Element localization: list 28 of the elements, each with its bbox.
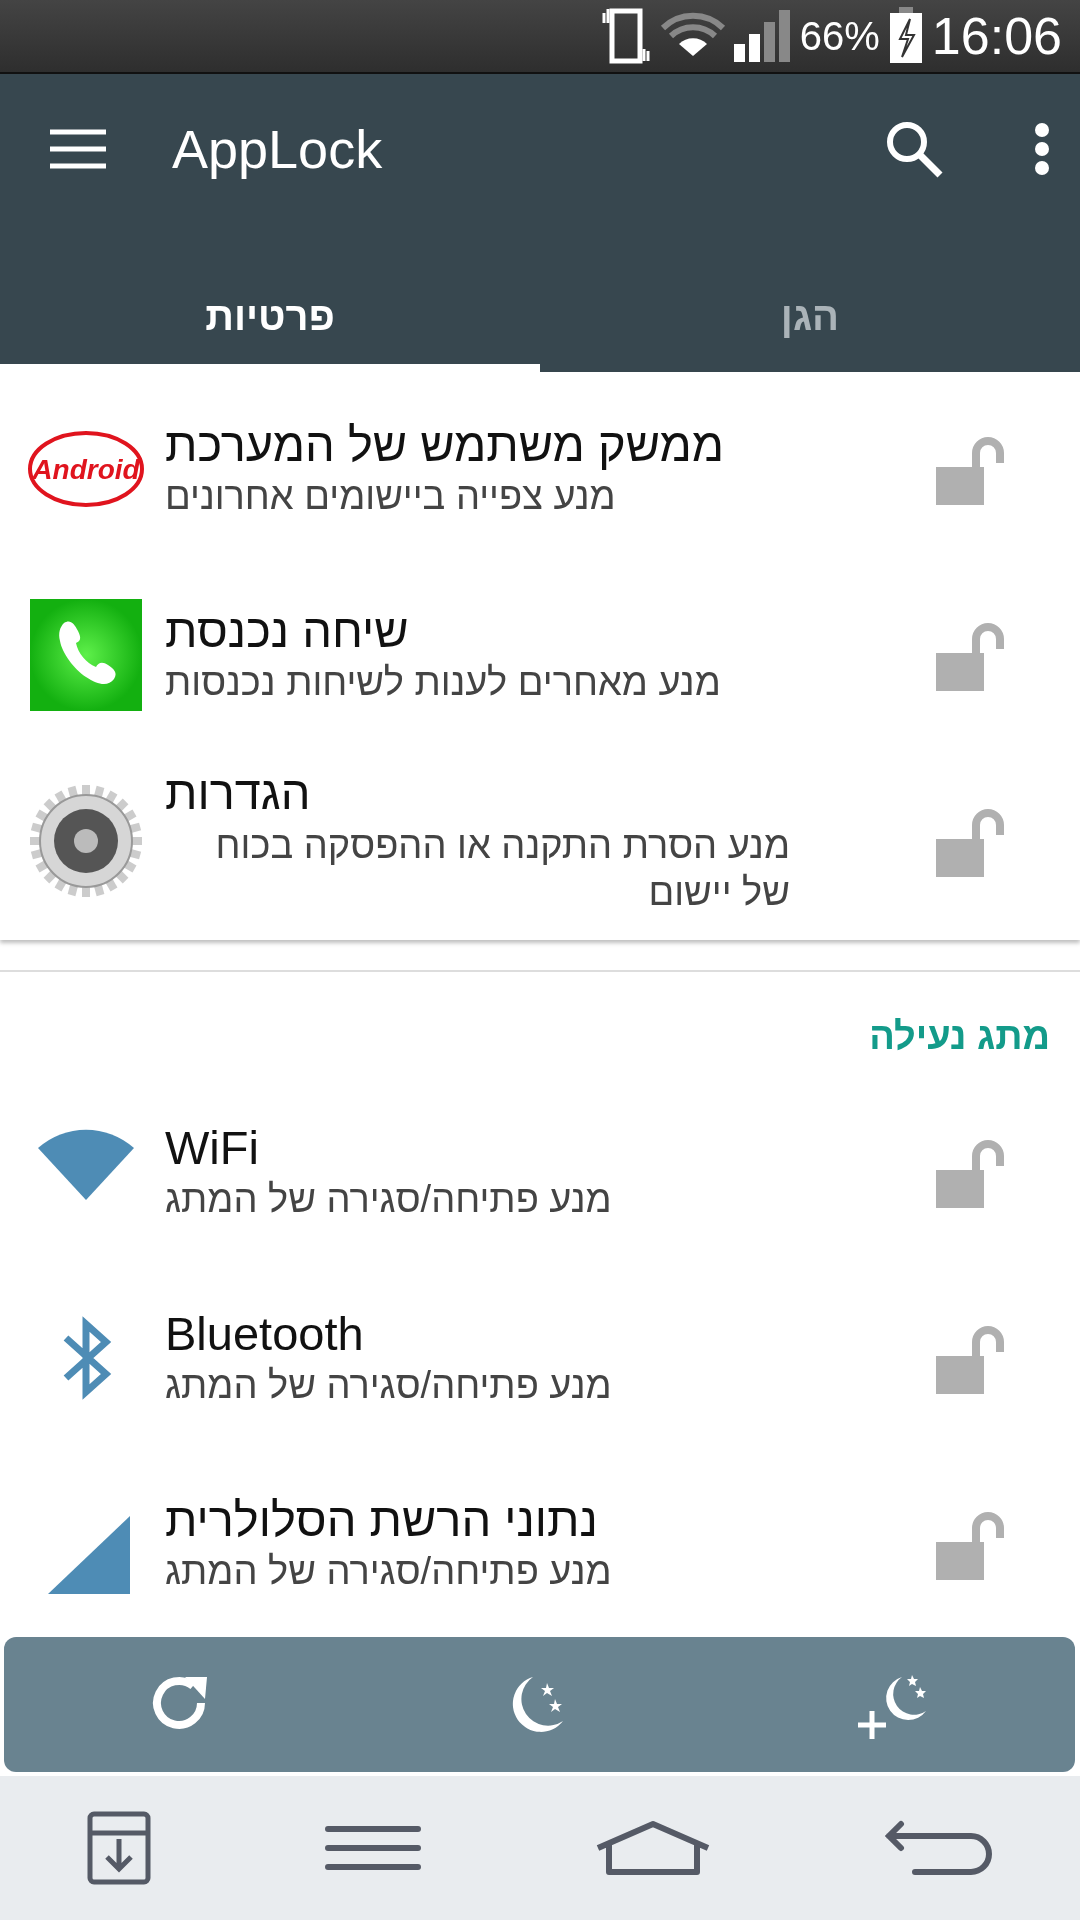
item-title: ממשק משתמש של המערכת (165, 417, 725, 474)
home-icon[interactable] (595, 1820, 711, 1876)
item-title: שיחה נכנסת (165, 603, 409, 660)
item-description: מנע פתיחה/סגירה של המתג (165, 1363, 612, 1409)
search-icon[interactable] (884, 119, 944, 179)
clock-time: 16:06 (931, 6, 1062, 67)
battery-charging-icon (887, 7, 924, 65)
gear-icon (28, 783, 144, 899)
item-description: מנע פתיחה/סגירה של המתג (165, 1177, 612, 1223)
tab[interactable]: פרטיות (0, 285, 540, 372)
battery-percent: 66% (799, 13, 880, 60)
item-title: נתוני הרשת הסלולרית (165, 1492, 598, 1549)
item-title: WiFi (165, 1120, 259, 1177)
item-description: מנע צפייה ביישומים אחרונים (165, 474, 616, 520)
item-description: מנע הסרת התקנה או ההפסקה בכוח של יישום (214, 822, 790, 916)
back-icon[interactable] (885, 1820, 993, 1876)
item-title: Bluetooth (165, 1306, 364, 1363)
menu-icon[interactable] (325, 1825, 421, 1871)
item-description: מנע מאחרים לענות לשיחות נכנסות (165, 660, 721, 706)
section-header: מתג נעילה (869, 1015, 1050, 1057)
download-icon[interactable] (87, 1811, 151, 1885)
item-description: מנע פתיחה/סגירה של המתג (165, 1549, 612, 1595)
phone-icon (28, 597, 144, 713)
more-options-icon[interactable] (1034, 123, 1050, 175)
tab[interactable]: הגן (540, 285, 1080, 372)
app-title: AppLock (172, 117, 383, 181)
item-title: הגדרות (165, 765, 311, 822)
cell-signal-icon (733, 8, 792, 64)
